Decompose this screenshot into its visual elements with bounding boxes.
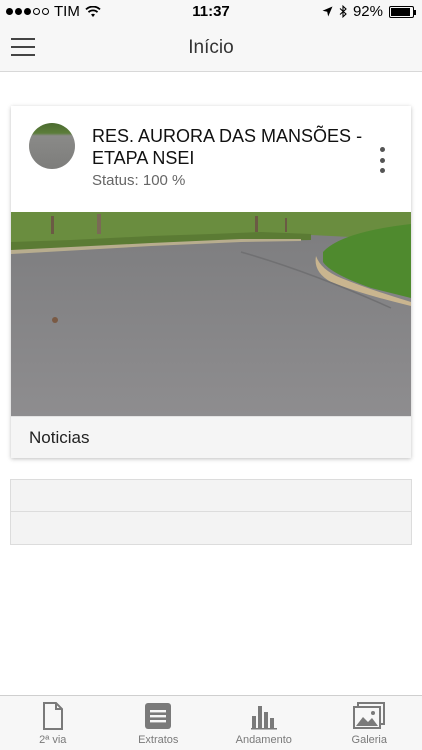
bar-chart-icon (250, 706, 277, 730)
tab-andamento[interactable]: Andamento (211, 696, 317, 750)
project-card[interactable]: RES. AURORA DAS MANSÕES - ETAPA NSEI Sta… (11, 106, 411, 458)
tab-label: 2ª via (39, 734, 67, 746)
news-link[interactable]: Noticias (29, 428, 89, 448)
tab-label: Galeria (351, 734, 387, 746)
project-title: RES. AURORA DAS MANSÕES - ETAPA NSEI (92, 126, 363, 168)
document-icon (42, 702, 63, 730)
tab-label: Andamento (235, 734, 292, 746)
list-item[interactable] (10, 479, 412, 512)
gallery-icon (353, 702, 386, 729)
project-status: Status: 100 % (92, 172, 186, 189)
more-options-icon[interactable] (377, 147, 387, 173)
battery-level (391, 7, 411, 16)
location-arrow-icon (322, 6, 333, 17)
tab-galeria[interactable]: Galeria (317, 696, 422, 750)
battery-icon (389, 5, 416, 18)
news-list (10, 479, 412, 545)
battery-percent: 92% (352, 3, 383, 20)
bluetooth-icon (339, 5, 347, 18)
card-footer[interactable]: Noticias (11, 416, 411, 458)
extract-icon (145, 703, 172, 729)
status-bar-right: 92% (322, 3, 416, 20)
tab-extratos[interactable]: Extratos (106, 696, 212, 750)
tab-2a-via[interactable]: 2ª via (0, 696, 106, 750)
tab-label: Extratos (138, 734, 179, 746)
navigation-bar: Início (0, 24, 422, 72)
status-bar: TIM 11:37 92% (0, 0, 422, 24)
project-photo (11, 212, 411, 416)
page-title: Início (188, 37, 234, 58)
list-item[interactable] (10, 512, 412, 545)
road-photo-image (11, 212, 411, 416)
project-avatar (29, 123, 75, 169)
tab-bar: 2ª via Extratos Andamento Galeria (0, 695, 422, 750)
